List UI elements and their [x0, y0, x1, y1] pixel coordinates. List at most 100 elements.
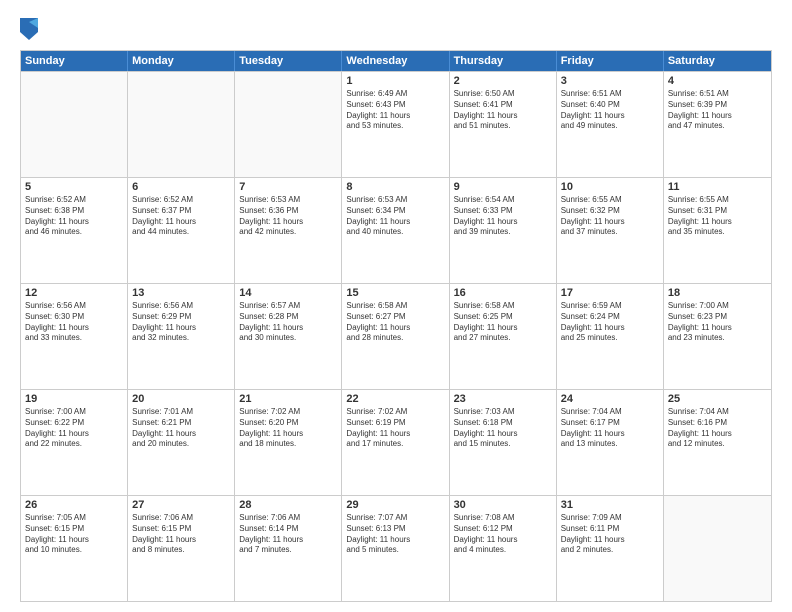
weekday-header-saturday: Saturday [664, 51, 771, 71]
day-number: 9 [454, 181, 552, 193]
calendar-cell: 29Sunrise: 7:07 AM Sunset: 6:13 PM Dayli… [342, 496, 449, 601]
calendar-cell: 5 Sunrise: 6:52 AM Sunset: 6:38 PM Daylig… [21, 178, 128, 283]
day-number: 17 [561, 287, 659, 299]
day-info: Sunrise: 7:04 AM Sunset: 6:17 PM Dayligh… [561, 407, 659, 450]
calendar-week-0: 1Sunrise: 6:49 AM Sunset: 6:43 PM Daylig… [21, 71, 771, 177]
day-info: Sunrise: 6:55 AM Sunset: 6:31 PM Dayligh… [668, 195, 767, 238]
logo-icon [20, 18, 38, 40]
day-number: 21 [239, 393, 337, 405]
logo [20, 18, 42, 40]
calendar-cell: 22 Sunrise: 7:02 AM Sunset: 6:19 PM Dayli… [342, 390, 449, 495]
day-number: 16 [454, 287, 552, 299]
day-number: 27 [132, 499, 230, 511]
day-info: Sunrise: 6:55 AM Sunset: 6:32 PM Dayligh… [561, 195, 659, 238]
day-number: 10 [561, 181, 659, 193]
day-info: Sunrise: 7:06 AM Sunset: 6:14 PM Dayligh… [239, 513, 337, 556]
calendar-cell: 11 Sunrise: 6:55 AM Sunset: 6:31 PM Dayli… [664, 178, 771, 283]
day-info: Sunrise: 6:57 AM Sunset: 6:28 PM Dayligh… [239, 301, 337, 344]
day-number: 14 [239, 287, 337, 299]
day-number: 22 [346, 393, 444, 405]
day-info: Sunrise: 7:00 AM Sunset: 6:23 PM Dayligh… [668, 301, 767, 344]
day-info: Sunrise: 7:03 AM Sunset: 6:18 PM Dayligh… [454, 407, 552, 450]
weekday-header-sunday: Sunday [21, 51, 128, 71]
day-number: 7 [239, 181, 337, 193]
calendar-cell: 12 Sunrise: 6:56 AM Sunset: 6:30 PM Dayli… [21, 284, 128, 389]
calendar-cell: 2Sunrise: 6:50 AM Sunset: 6:41 PM Daylig… [450, 72, 557, 177]
calendar-cell [664, 496, 771, 601]
day-number: 12 [25, 287, 123, 299]
calendar-cell: 14 Sunrise: 6:57 AM Sunset: 6:28 PM Dayli… [235, 284, 342, 389]
calendar-week-3: 19 Sunrise: 7:00 AM Sunset: 6:22 PM Dayli… [21, 389, 771, 495]
calendar-cell: 13 Sunrise: 6:56 AM Sunset: 6:29 PM Dayli… [128, 284, 235, 389]
calendar-cell: 10 Sunrise: 6:55 AM Sunset: 6:32 PM Dayli… [557, 178, 664, 283]
weekday-header-wednesday: Wednesday [342, 51, 449, 71]
calendar-cell: 15Sunrise: 6:58 AM Sunset: 6:27 PM Dayli… [342, 284, 449, 389]
calendar-cell: 4 Sunrise: 6:51 AM Sunset: 6:39 PM Daylig… [664, 72, 771, 177]
header [20, 18, 772, 40]
day-info: Sunrise: 7:05 AM Sunset: 6:15 PM Dayligh… [25, 513, 123, 556]
calendar-cell: 7 Sunrise: 6:53 AM Sunset: 6:36 PM Daylig… [235, 178, 342, 283]
day-info: Sunrise: 7:09 AM Sunset: 6:11 PM Dayligh… [561, 513, 659, 556]
day-number: 8 [346, 181, 444, 193]
calendar-body: 1Sunrise: 6:49 AM Sunset: 6:43 PM Daylig… [21, 71, 771, 601]
calendar-cell: 27Sunrise: 7:06 AM Sunset: 6:15 PM Dayli… [128, 496, 235, 601]
day-info: Sunrise: 6:53 AM Sunset: 6:36 PM Dayligh… [239, 195, 337, 238]
day-number: 4 [668, 75, 767, 87]
day-number: 15 [346, 287, 444, 299]
calendar-cell: 23 Sunrise: 7:03 AM Sunset: 6:18 PM Dayli… [450, 390, 557, 495]
day-number: 31 [561, 499, 659, 511]
calendar-cell [235, 72, 342, 177]
day-number: 3 [561, 75, 659, 87]
calendar-week-2: 12 Sunrise: 6:56 AM Sunset: 6:30 PM Dayli… [21, 283, 771, 389]
calendar-cell: 30Sunrise: 7:08 AM Sunset: 6:12 PM Dayli… [450, 496, 557, 601]
day-info: Sunrise: 6:54 AM Sunset: 6:33 PM Dayligh… [454, 195, 552, 238]
day-info: Sunrise: 7:01 AM Sunset: 6:21 PM Dayligh… [132, 407, 230, 450]
day-info: Sunrise: 6:51 AM Sunset: 6:39 PM Dayligh… [668, 89, 767, 132]
calendar-cell: 3Sunrise: 6:51 AM Sunset: 6:40 PM Daylig… [557, 72, 664, 177]
calendar-cell [21, 72, 128, 177]
day-number: 13 [132, 287, 230, 299]
day-info: Sunrise: 6:52 AM Sunset: 6:37 PM Dayligh… [132, 195, 230, 238]
day-number: 19 [25, 393, 123, 405]
day-info: Sunrise: 6:50 AM Sunset: 6:41 PM Dayligh… [454, 89, 552, 132]
calendar-cell: 17 Sunrise: 6:59 AM Sunset: 6:24 PM Dayli… [557, 284, 664, 389]
day-number: 29 [346, 499, 444, 511]
day-info: Sunrise: 6:56 AM Sunset: 6:30 PM Dayligh… [25, 301, 123, 344]
calendar-cell: 19 Sunrise: 7:00 AM Sunset: 6:22 PM Dayli… [21, 390, 128, 495]
day-number: 20 [132, 393, 230, 405]
calendar-cell: 24Sunrise: 7:04 AM Sunset: 6:17 PM Dayli… [557, 390, 664, 495]
day-info: Sunrise: 7:02 AM Sunset: 6:19 PM Dayligh… [346, 407, 444, 450]
calendar-cell: 18 Sunrise: 7:00 AM Sunset: 6:23 PM Dayli… [664, 284, 771, 389]
day-number: 11 [668, 181, 767, 193]
weekday-header-thursday: Thursday [450, 51, 557, 71]
day-info: Sunrise: 6:53 AM Sunset: 6:34 PM Dayligh… [346, 195, 444, 238]
day-number: 1 [346, 75, 444, 87]
weekday-header-friday: Friday [557, 51, 664, 71]
day-number: 25 [668, 393, 767, 405]
calendar-week-1: 5 Sunrise: 6:52 AM Sunset: 6:38 PM Daylig… [21, 177, 771, 283]
calendar-week-4: 26Sunrise: 7:05 AM Sunset: 6:15 PM Dayli… [21, 495, 771, 601]
page: SundayMondayTuesdayWednesdayThursdayFrid… [0, 0, 792, 612]
calendar-cell: 28Sunrise: 7:06 AM Sunset: 6:14 PM Dayli… [235, 496, 342, 601]
day-info: Sunrise: 7:00 AM Sunset: 6:22 PM Dayligh… [25, 407, 123, 450]
calendar-header: SundayMondayTuesdayWednesdayThursdayFrid… [21, 51, 771, 71]
calendar-cell: 20 Sunrise: 7:01 AM Sunset: 6:21 PM Dayli… [128, 390, 235, 495]
calendar-cell: 31 Sunrise: 7:09 AM Sunset: 6:11 PM Dayli… [557, 496, 664, 601]
day-info: Sunrise: 7:02 AM Sunset: 6:20 PM Dayligh… [239, 407, 337, 450]
calendar: SundayMondayTuesdayWednesdayThursdayFrid… [20, 50, 772, 602]
day-info: Sunrise: 6:56 AM Sunset: 6:29 PM Dayligh… [132, 301, 230, 344]
calendar-cell: 8 Sunrise: 6:53 AM Sunset: 6:34 PM Daylig… [342, 178, 449, 283]
calendar-cell: 21 Sunrise: 7:02 AM Sunset: 6:20 PM Dayli… [235, 390, 342, 495]
day-info: Sunrise: 6:59 AM Sunset: 6:24 PM Dayligh… [561, 301, 659, 344]
day-number: 6 [132, 181, 230, 193]
day-info: Sunrise: 6:52 AM Sunset: 6:38 PM Dayligh… [25, 195, 123, 238]
calendar-cell: 25Sunrise: 7:04 AM Sunset: 6:16 PM Dayli… [664, 390, 771, 495]
calendar-cell: 26Sunrise: 7:05 AM Sunset: 6:15 PM Dayli… [21, 496, 128, 601]
calendar-cell: 16Sunrise: 6:58 AM Sunset: 6:25 PM Dayli… [450, 284, 557, 389]
day-number: 23 [454, 393, 552, 405]
day-info: Sunrise: 7:08 AM Sunset: 6:12 PM Dayligh… [454, 513, 552, 556]
day-number: 18 [668, 287, 767, 299]
calendar-cell [128, 72, 235, 177]
day-number: 5 [25, 181, 123, 193]
calendar-cell: 6 Sunrise: 6:52 AM Sunset: 6:37 PM Daylig… [128, 178, 235, 283]
